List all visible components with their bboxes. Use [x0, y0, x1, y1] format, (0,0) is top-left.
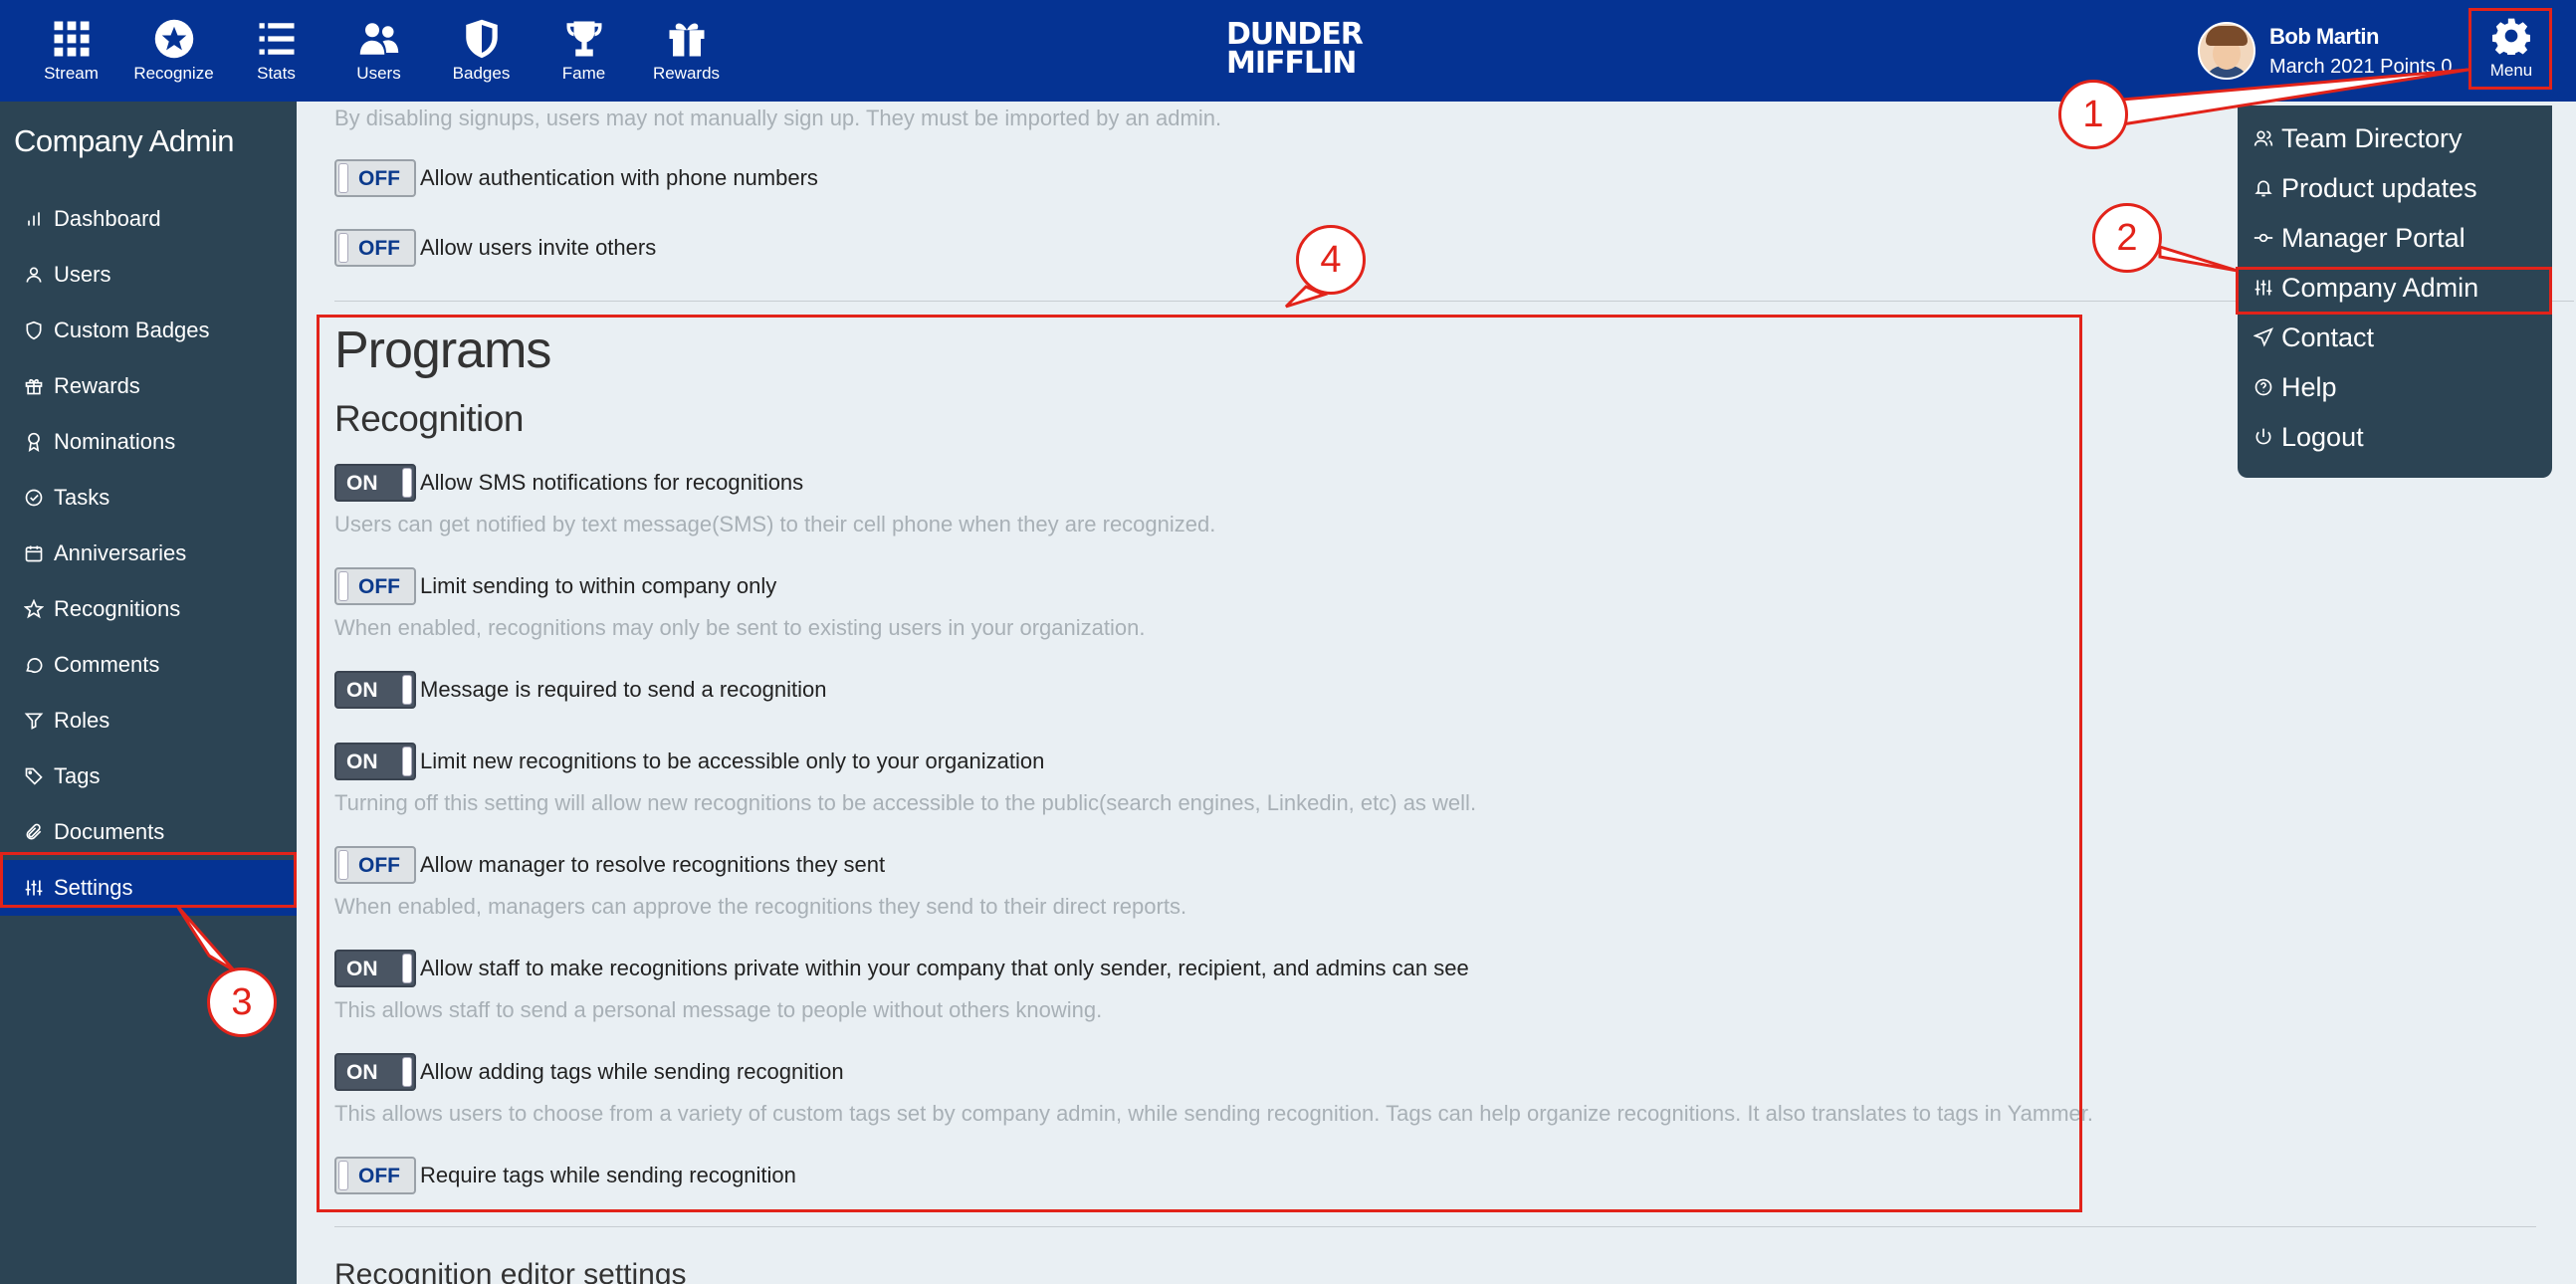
- annotation-badge-1: 1: [2058, 80, 2128, 149]
- highlight-settings: [0, 852, 297, 908]
- annotation-badge-3: 3: [207, 967, 277, 1037]
- highlight-menu-button: [2469, 8, 2552, 90]
- annotation-badge-4: 4: [1296, 225, 1366, 295]
- highlight-company-admin: [2236, 267, 2552, 315]
- highlight-programs-section: [317, 315, 2082, 1212]
- annotation-badge-2: 2: [2092, 203, 2162, 273]
